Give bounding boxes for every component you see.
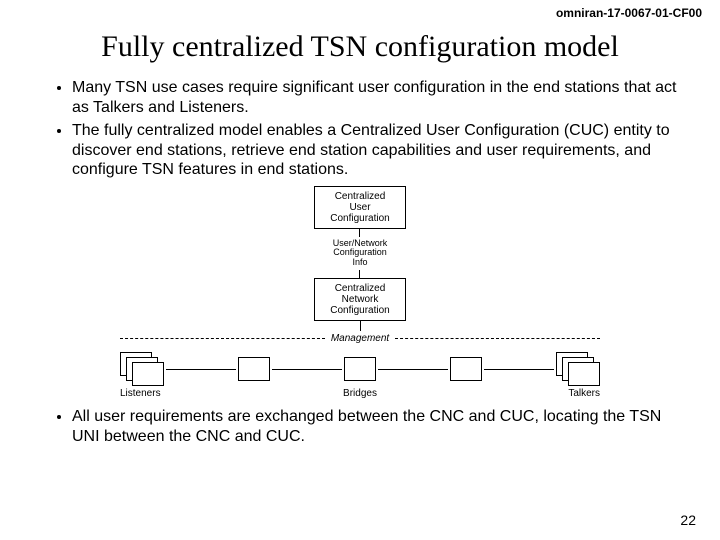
management-label: Management xyxy=(331,333,389,344)
bullet-item: The fully centralized model enables a Ce… xyxy=(72,121,682,180)
node-icon xyxy=(132,362,164,386)
connector-line xyxy=(359,270,360,278)
talkers-label: Talkers xyxy=(540,388,600,399)
connector-line xyxy=(360,321,361,331)
net-line xyxy=(272,369,342,370)
link-label: User/NetworkConfigurationInfo xyxy=(333,239,388,269)
bullet-list-bottom: All user requirements are exchanged betw… xyxy=(38,407,682,446)
document-id: omniran-17-0067-01-CF00 xyxy=(556,6,702,20)
network-labels: Listeners Bridges Talkers xyxy=(120,388,600,399)
node-icon xyxy=(568,362,600,386)
listeners-label: Listeners xyxy=(120,388,180,399)
bridges-label: Bridges xyxy=(180,388,540,399)
net-line xyxy=(378,369,448,370)
bullet-item: Many TSN use cases require significant u… xyxy=(72,78,682,117)
connector-line xyxy=(359,229,360,237)
diagram: CentralizedUserConfiguration User/Networ… xyxy=(120,186,600,400)
bullet-item: All user requirements are exchanged betw… xyxy=(72,407,682,446)
net-line xyxy=(484,369,554,370)
dashed-line xyxy=(120,338,325,339)
cnc-box: CentralizedNetworkConfiguration xyxy=(314,278,406,321)
slide: omniran-17-0067-01-CF00 Fully centralize… xyxy=(0,0,720,540)
bullet-list-top: Many TSN use cases require significant u… xyxy=(38,78,682,180)
listeners-stack xyxy=(120,352,164,386)
bridge-icon xyxy=(238,357,270,381)
bridge-icon xyxy=(450,357,482,381)
dashed-line xyxy=(395,338,600,339)
cuc-cnc-link: User/NetworkConfigurationInfo xyxy=(333,229,388,279)
cuc-box: CentralizedUserConfiguration xyxy=(314,186,406,229)
management-row: Management xyxy=(120,333,600,344)
talkers-stack xyxy=(556,352,600,386)
network-row xyxy=(120,352,600,386)
bridge-icon xyxy=(344,357,376,381)
net-line xyxy=(166,369,236,370)
page-number: 22 xyxy=(680,512,696,528)
slide-title: Fully centralized TSN configuration mode… xyxy=(28,30,692,64)
